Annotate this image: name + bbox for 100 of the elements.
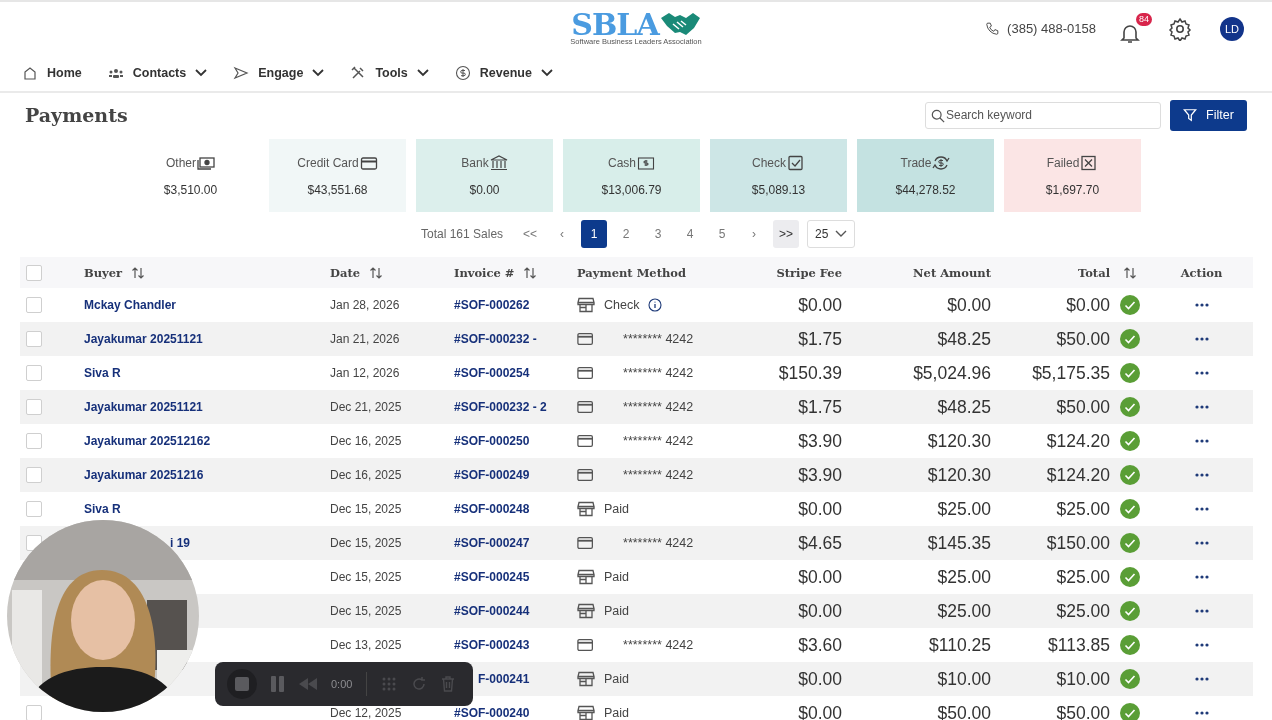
payment-method: ******** 4242 [622, 433, 695, 450]
notifications-button[interactable]: 84 [1118, 12, 1152, 45]
card-amount: $1,697.70 [1045, 182, 1100, 197]
more-icon[interactable] [1194, 337, 1209, 341]
nav-item[interactable]: Revenue [454, 65, 553, 81]
total-amount: $124.20 [1046, 464, 1110, 486]
buyer-link[interactable]: i 19 [170, 536, 190, 550]
row-checkbox[interactable] [26, 501, 42, 517]
more-icon[interactable] [1194, 507, 1209, 511]
column-header: Payment Method [577, 265, 687, 280]
card-amount: $3,510.00 [163, 182, 218, 197]
invoice-link[interactable]: #SOF-000248 [454, 502, 530, 516]
restart-icon[interactable] [411, 676, 428, 692]
more-icon[interactable] [1194, 473, 1209, 477]
row-checkbox[interactable] [26, 467, 42, 483]
select-all-checkbox[interactable] [26, 264, 42, 281]
invoice-link[interactable]: #SOF-000244 [454, 604, 530, 618]
buyer-link[interactable]: Jayakumar 20251216 [84, 468, 204, 482]
page-size-select[interactable]: 25 [807, 220, 856, 248]
date-cell: Dec 15, 2025 [330, 570, 402, 584]
sort-icon[interactable] [1123, 265, 1137, 280]
info-icon[interactable] [648, 298, 663, 312]
payment-method: ******** 4242 [622, 467, 695, 484]
payment-type-icon [1080, 154, 1099, 171]
filter-button[interactable]: Filter [1170, 99, 1247, 131]
nav-item[interactable]: Engage [233, 65, 325, 81]
buyer-link[interactable]: Jayakumar 202512162 [84, 434, 211, 448]
search-field[interactable]: Search keyword [925, 101, 1161, 129]
invoice-link[interactable]: #SOF-000232 - 2 [454, 400, 547, 414]
last-page-button[interactable]: >> [773, 220, 800, 248]
invoice-link[interactable]: #SOF-000249 [454, 468, 530, 482]
buyer-link[interactable]: Jayakumar 20251121 [84, 400, 203, 414]
more-icon[interactable] [1194, 575, 1209, 579]
row-checkbox[interactable] [26, 433, 42, 449]
page-button[interactable]: 4 [677, 220, 704, 248]
invoice-link[interactable]: #SOF-000243 [454, 638, 530, 652]
invoice-link[interactable]: #SOF-000245 [454, 570, 530, 584]
net-amount: $10.00 [937, 668, 991, 690]
payment-method: Paid [604, 672, 630, 686]
card-amount: $0.00 [469, 182, 500, 197]
row-checkbox[interactable] [26, 705, 42, 720]
page-button[interactable]: 3 [645, 220, 672, 248]
card-amount: $43,551.68 [307, 182, 368, 197]
buyer-link[interactable]: Siva R [84, 502, 121, 516]
stripe-fee: $0.00 [798, 702, 842, 720]
row-checkbox[interactable] [26, 535, 42, 551]
avatar[interactable]: LD [1220, 16, 1244, 41]
row-checkbox[interactable] [26, 331, 42, 347]
column-header: Buyer [84, 265, 123, 280]
total-amount: $113.85 [1048, 634, 1110, 656]
net-amount: $120.30 [927, 430, 991, 452]
row-checkbox[interactable] [26, 365, 42, 381]
chevron-icon [835, 230, 848, 238]
recording-time: 0:00 [331, 678, 353, 690]
sort-icon[interactable] [131, 265, 146, 280]
more-icon[interactable] [1194, 541, 1209, 545]
page-button[interactable]: 2 [613, 220, 640, 248]
card-label: Bank [461, 155, 489, 170]
nav-item[interactable]: Contacts [107, 65, 208, 81]
nav-item[interactable]: Tools [350, 65, 429, 81]
row-checkbox[interactable] [26, 297, 42, 313]
invoice-link[interactable]: #SOF-000262 [454, 298, 530, 312]
invoice-link[interactable]: #SOF-000254 [454, 366, 530, 380]
buyer-link[interactable]: Jayakumar 20251121 [84, 332, 203, 346]
more-icon[interactable] [1194, 643, 1209, 647]
invoice-link[interactable]: #SOF-000247 [454, 536, 530, 550]
more-icon[interactable] [1194, 677, 1209, 681]
first-page-button[interactable]: << [517, 220, 544, 248]
page-button[interactable]: 1 [581, 220, 608, 248]
more-icon[interactable] [1194, 371, 1209, 375]
more-icon[interactable] [1194, 609, 1209, 613]
buyer-link[interactable]: Mckay Chandler [84, 298, 177, 312]
page-title: Payments [25, 104, 128, 126]
net-amount: $48.25 [937, 328, 991, 350]
nav-item[interactable]: Home [22, 65, 82, 81]
date-cell: Dec 16, 2025 [330, 434, 402, 448]
net-amount: $25.00 [937, 498, 991, 520]
next-page-button[interactable]: › [741, 220, 768, 248]
total-amount: $150.00 [1046, 532, 1110, 554]
sort-icon[interactable] [369, 265, 384, 280]
column-header: Stripe Fee [776, 265, 842, 280]
payment-type-icon [637, 154, 655, 171]
more-icon[interactable] [1194, 303, 1209, 307]
invoice-link[interactable]: F-000241 [478, 672, 530, 686]
previous-page-button[interactable]: ‹ [549, 220, 576, 248]
stripe-fee: $0.00 [798, 600, 842, 622]
row-checkbox[interactable] [26, 399, 42, 415]
buyer-link[interactable]: Siva R [84, 366, 121, 380]
settings-icon[interactable] [1168, 16, 1192, 41]
stop-icon[interactable] [227, 669, 257, 699]
total-amount: $50.00 [1056, 328, 1110, 350]
page-button[interactable]: 5 [709, 220, 736, 248]
card-label: Trade [900, 155, 932, 170]
more-icon[interactable] [1194, 439, 1209, 443]
more-icon[interactable] [1194, 711, 1209, 715]
invoice-link[interactable]: #SOF-000232 - [454, 332, 537, 346]
invoice-link[interactable]: #SOF-000250 [454, 434, 530, 448]
invoice-link[interactable]: #SOF-000240 [454, 706, 530, 720]
sort-icon[interactable] [523, 265, 538, 280]
more-icon[interactable] [1194, 405, 1209, 409]
